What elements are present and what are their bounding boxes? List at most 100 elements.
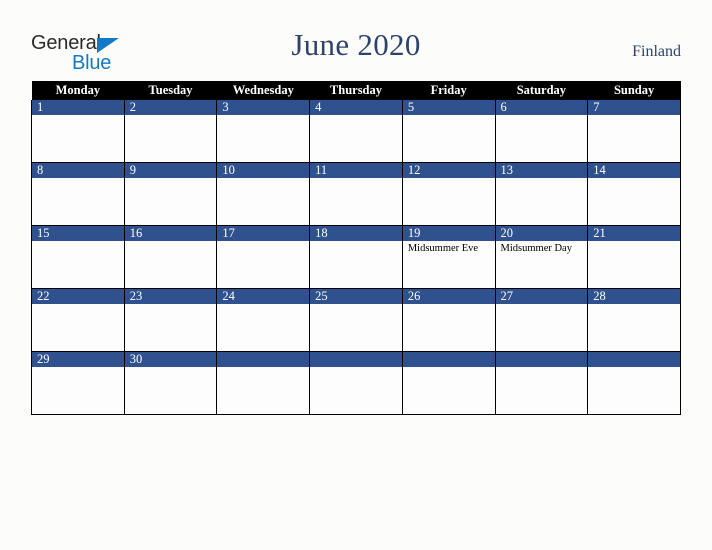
weekday-header-monday: Monday [31,81,125,100]
day-number: 2 [124,100,217,115]
calendar-day-cell[interactable]: 1 [31,100,125,163]
weekday-header-tuesday: Tuesday [124,81,217,100]
weekday-header-saturday: Saturday [495,81,588,100]
day-cell-content: 7 [588,100,680,162]
day-number: 25 [310,289,402,304]
day-event-label: Midsummer Day [500,243,572,254]
day-number: 27 [495,289,588,304]
page-header: General Blue June 2020 Finland [0,0,712,80]
calendar-day-cell[interactable]: 27 [494,288,589,352]
day-number: 1 [32,100,124,115]
day-cell-content: 28 [588,289,680,351]
day-cell-content: 24 [217,289,310,351]
calendar-day-cell[interactable]: 11 [309,162,403,226]
calendar-day-cell[interactable]: 21 [587,225,681,289]
day-number: 5 [402,100,495,115]
day-number: 19 [402,226,495,241]
day-cell-content: 18 [310,226,402,288]
day-number: 15 [32,226,124,241]
calendar-body: 1 2 3 4 5 6 7 8 9 10 11 12 13 14 15 16 17 18 19 Midsummer E… [31,100,681,415]
day-cell-content: 20 Midsummer Day [495,226,588,288]
day-cell-content [402,352,495,414]
calendar-day-cell[interactable]: 23 [123,288,218,352]
calendar-day-cell[interactable]: 13 [494,162,589,226]
day-cell-content: 30 [124,352,217,414]
day-number: 24 [217,289,310,304]
day-number: 9 [124,163,217,178]
calendar-day-cell[interactable]: 7 [587,100,681,163]
day-number: 7 [588,100,680,115]
day-number: 26 [402,289,495,304]
day-cell-content: 8 [32,163,124,225]
day-number: 30 [124,352,217,367]
calendar-day-cell[interactable]: 20 Midsummer Day [494,225,589,289]
calendar-day-cell[interactable]: 26 [401,288,496,352]
calendar-day-cell[interactable]: 28 [587,288,681,352]
calendar-day-cell[interactable]: 3 [216,100,311,163]
calendar-day-cell[interactable]: 17 [216,225,311,289]
calendar-day-cell[interactable]: 19 Midsummer Eve [401,225,496,289]
day-number [495,352,588,367]
calendar-day-cell[interactable]: 14 [587,162,681,226]
day-number [217,352,310,367]
day-number: 3 [217,100,310,115]
calendar-day-cell[interactable]: 5 [401,100,496,163]
calendar-day-cell[interactable] [587,351,681,415]
day-number: 13 [495,163,588,178]
weekday-header-wednesday: Wednesday [216,81,310,100]
day-cell-content: 29 [32,352,124,414]
calendar-day-cell[interactable]: 2 [123,100,218,163]
calendar-day-cell[interactable]: 15 [31,225,125,289]
day-cell-content: 9 [124,163,217,225]
calendar-day-cell[interactable] [401,351,496,415]
day-cell-content: 14 [588,163,680,225]
calendar-day-cell[interactable]: 12 [401,162,496,226]
calendar-day-cell[interactable]: 29 [31,351,125,415]
calendar-week-row: 15 16 17 18 19 Midsummer Eve 20 Midsummer Day 21 [31,225,681,289]
calendar-day-cell[interactable]: 8 [31,162,125,226]
day-cell-content: 4 [310,100,402,162]
day-number: 29 [32,352,124,367]
calendar-day-cell[interactable] [494,351,589,415]
day-cell-content [588,352,680,414]
day-cell-content: 16 [124,226,217,288]
calendar-day-cell[interactable]: 24 [216,288,311,352]
day-number: 18 [310,226,402,241]
day-number [310,352,402,367]
weekday-header-row: Monday Tuesday Wednesday Thursday Friday… [31,81,681,100]
calendar-day-cell[interactable] [309,351,403,415]
day-cell-content: 11 [310,163,402,225]
calendar-day-cell[interactable]: 4 [309,100,403,163]
day-cell-content: 27 [495,289,588,351]
day-event-label: Midsummer Eve [407,243,479,254]
day-number: 21 [588,226,680,241]
calendar-day-cell[interactable]: 10 [216,162,311,226]
day-number: 4 [310,100,402,115]
calendar-day-cell[interactable]: 25 [309,288,403,352]
calendar-week-row: 1234567 [31,100,681,163]
calendar-day-cell[interactable] [216,351,311,415]
day-cell-content: 5 [402,100,495,162]
day-number: 11 [310,163,402,178]
calendar-day-cell[interactable]: 30 [123,351,218,415]
calendar-day-cell[interactable]: 22 [31,288,125,352]
calendar-day-cell[interactable]: 16 [123,225,218,289]
day-number: 10 [217,163,310,178]
calendar-week-row: 22 23 24 25 26 27 28 [31,288,681,352]
day-number: 23 [124,289,217,304]
day-number: 14 [588,163,680,178]
day-cell-content: 21 [588,226,680,288]
day-cell-content [310,352,402,414]
weekday-header-thursday: Thursday [309,81,403,100]
day-cell-content: 26 [402,289,495,351]
day-cell-content: 1 [32,100,124,162]
calendar-day-cell[interactable]: 6 [494,100,589,163]
day-cell-content: 15 [32,226,124,288]
calendar-day-cell[interactable]: 18 [309,225,403,289]
calendar-day-cell[interactable]: 9 [123,162,218,226]
day-number: 16 [124,226,217,241]
day-cell-content: 6 [495,100,588,162]
day-cell-content: 2 [124,100,217,162]
day-number: 22 [32,289,124,304]
calendar-week-row: 29 30 [31,351,681,415]
